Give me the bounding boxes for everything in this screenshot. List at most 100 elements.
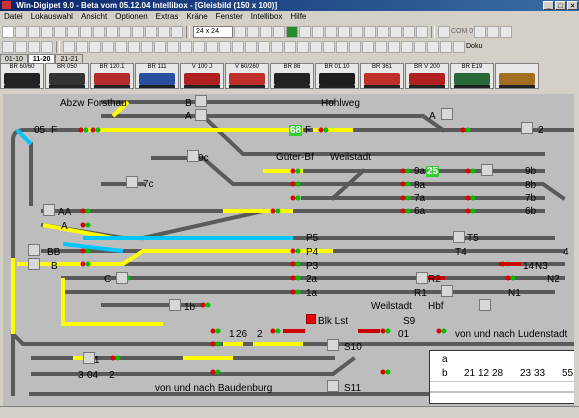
- signal-icon[interactable]: [380, 328, 391, 334]
- tool-icon[interactable]: [414, 40, 426, 53]
- tool-icon[interactable]: [297, 40, 309, 53]
- tool-icon[interactable]: [310, 40, 322, 53]
- zoom-select[interactable]: 24 x 24: [193, 25, 233, 38]
- block-box[interactable]: [195, 95, 207, 107]
- tool-icon[interactable]: [141, 40, 153, 53]
- signal-icon[interactable]: [270, 328, 281, 334]
- loco-card[interactable]: V 100 J: [180, 63, 224, 89]
- block-box[interactable]: [521, 122, 533, 134]
- tool-icon[interactable]: [312, 25, 324, 38]
- tool-icon[interactable]: [115, 40, 127, 53]
- menu-hilfe[interactable]: Hilfe: [286, 11, 310, 23]
- track-segment[interactable]: [140, 208, 266, 241]
- menu-ansicht[interactable]: Ansicht: [77, 11, 111, 23]
- doku-icon[interactable]: [453, 40, 465, 53]
- loco-card[interactable]: BR V 200: [405, 63, 449, 89]
- tool-icon[interactable]: [299, 25, 311, 38]
- signal-icon[interactable]: [436, 328, 447, 334]
- signal-icon[interactable]: [290, 195, 301, 201]
- track-segment[interactable]: [101, 114, 446, 133]
- signal-icon[interactable]: [210, 328, 221, 334]
- loco-card[interactable]: BR 01.10: [315, 63, 359, 89]
- maximize-button[interactable]: □: [555, 1, 566, 10]
- tool-icon[interactable]: [132, 25, 144, 38]
- tab-11-20[interactable]: 11-20: [27, 54, 56, 63]
- loco-card[interactable]: BR 111: [135, 63, 179, 89]
- block-box[interactable]: [126, 176, 138, 188]
- tool-icon[interactable]: [2, 40, 14, 53]
- alt-route[interactable]: [15, 128, 33, 146]
- tool-icon[interactable]: [93, 25, 105, 38]
- menu-optionen[interactable]: Optionen: [111, 11, 151, 23]
- tool-icon[interactable]: [232, 40, 244, 53]
- zoom-in-icon[interactable]: [234, 25, 246, 38]
- tool-icon[interactable]: [401, 40, 413, 53]
- tool-icon[interactable]: [67, 25, 79, 38]
- menu-lokauswahl[interactable]: Lokauswahl: [27, 11, 77, 23]
- block-box[interactable]: [441, 108, 453, 120]
- block-box[interactable]: [416, 272, 428, 284]
- blk-lst-indicator[interactable]: [306, 314, 316, 324]
- tool-icon[interactable]: [427, 40, 439, 53]
- loco-card[interactable]: BR 361: [360, 63, 404, 89]
- tool-icon[interactable]: [416, 25, 428, 38]
- tool-icon[interactable]: [474, 25, 487, 38]
- tab-21-21[interactable]: 21-21: [55, 54, 84, 63]
- tool-icon[interactable]: [219, 40, 231, 53]
- loco-card[interactable]: BR 120.1: [90, 63, 134, 89]
- tool-icon[interactable]: [167, 40, 179, 53]
- block-box[interactable]: [327, 380, 339, 392]
- tool-icon[interactable]: [351, 25, 363, 38]
- tool-icon[interactable]: [171, 25, 183, 38]
- tool-icon[interactable]: [102, 40, 114, 53]
- track-board[interactable]: Abzw Forsthau B Hohlweg A A 05 F F 2 9c Güter-Bf We…: [3, 94, 579, 406]
- signal-icon[interactable]: [200, 302, 211, 308]
- tool-icon[interactable]: [487, 25, 500, 38]
- loco-card[interactable]: BR 050: [45, 63, 89, 89]
- tool-icon[interactable]: [180, 40, 192, 53]
- tool-icon[interactable]: [76, 40, 88, 53]
- track-segment[interactable]: [200, 113, 545, 156]
- menu-kraene[interactable]: Kräne: [182, 11, 211, 23]
- tool-icon[interactable]: [193, 40, 205, 53]
- stop-icon[interactable]: [2, 25, 14, 38]
- tool-icon[interactable]: [119, 25, 131, 38]
- tool-icon[interactable]: [273, 25, 285, 38]
- tool-icon[interactable]: [377, 25, 389, 38]
- menu-extras[interactable]: Extras: [152, 11, 183, 23]
- loco-card[interactable]: [495, 63, 539, 89]
- tool-icon[interactable]: [106, 25, 118, 38]
- minimize-button[interactable]: _: [543, 1, 554, 10]
- loco-card[interactable]: BR 86: [270, 63, 314, 89]
- tool-icon[interactable]: [41, 40, 53, 53]
- menu-fenster[interactable]: Fenster: [212, 11, 247, 23]
- zoom-out-icon[interactable]: [247, 25, 259, 38]
- tool-icon[interactable]: [375, 40, 387, 53]
- tool-icon[interactable]: [158, 25, 170, 38]
- signal-icon[interactable]: [380, 369, 391, 375]
- tool-icon[interactable]: [403, 25, 415, 38]
- block-box[interactable]: [116, 272, 128, 284]
- tool-icon[interactable]: [349, 40, 361, 53]
- occupied-block[interactable]: [283, 329, 305, 333]
- vertical-scrollbar[interactable]: [574, 94, 579, 406]
- tool-icon[interactable]: [323, 40, 335, 53]
- tool-icon[interactable]: [63, 40, 75, 53]
- tool-icon[interactable]: [390, 25, 402, 38]
- block-box[interactable]: [453, 231, 465, 243]
- occupied-block[interactable]: [499, 262, 521, 266]
- block-box[interactable]: [441, 285, 453, 297]
- tool-icon[interactable]: [28, 25, 40, 38]
- tool-icon[interactable]: [15, 40, 27, 53]
- tool-icon[interactable]: [364, 25, 376, 38]
- block-box[interactable]: [28, 258, 40, 270]
- tool-icon[interactable]: [28, 40, 40, 53]
- tool-icon[interactable]: [286, 25, 298, 38]
- close-button[interactable]: ×: [567, 1, 578, 10]
- tool-icon[interactable]: [388, 40, 400, 53]
- block-box[interactable]: [43, 204, 55, 216]
- doku-label[interactable]: Doku: [466, 43, 482, 50]
- zoom-fit-icon[interactable]: [260, 25, 272, 38]
- tool-icon[interactable]: [284, 40, 296, 53]
- loco-card[interactable]: V 60/260: [225, 63, 269, 89]
